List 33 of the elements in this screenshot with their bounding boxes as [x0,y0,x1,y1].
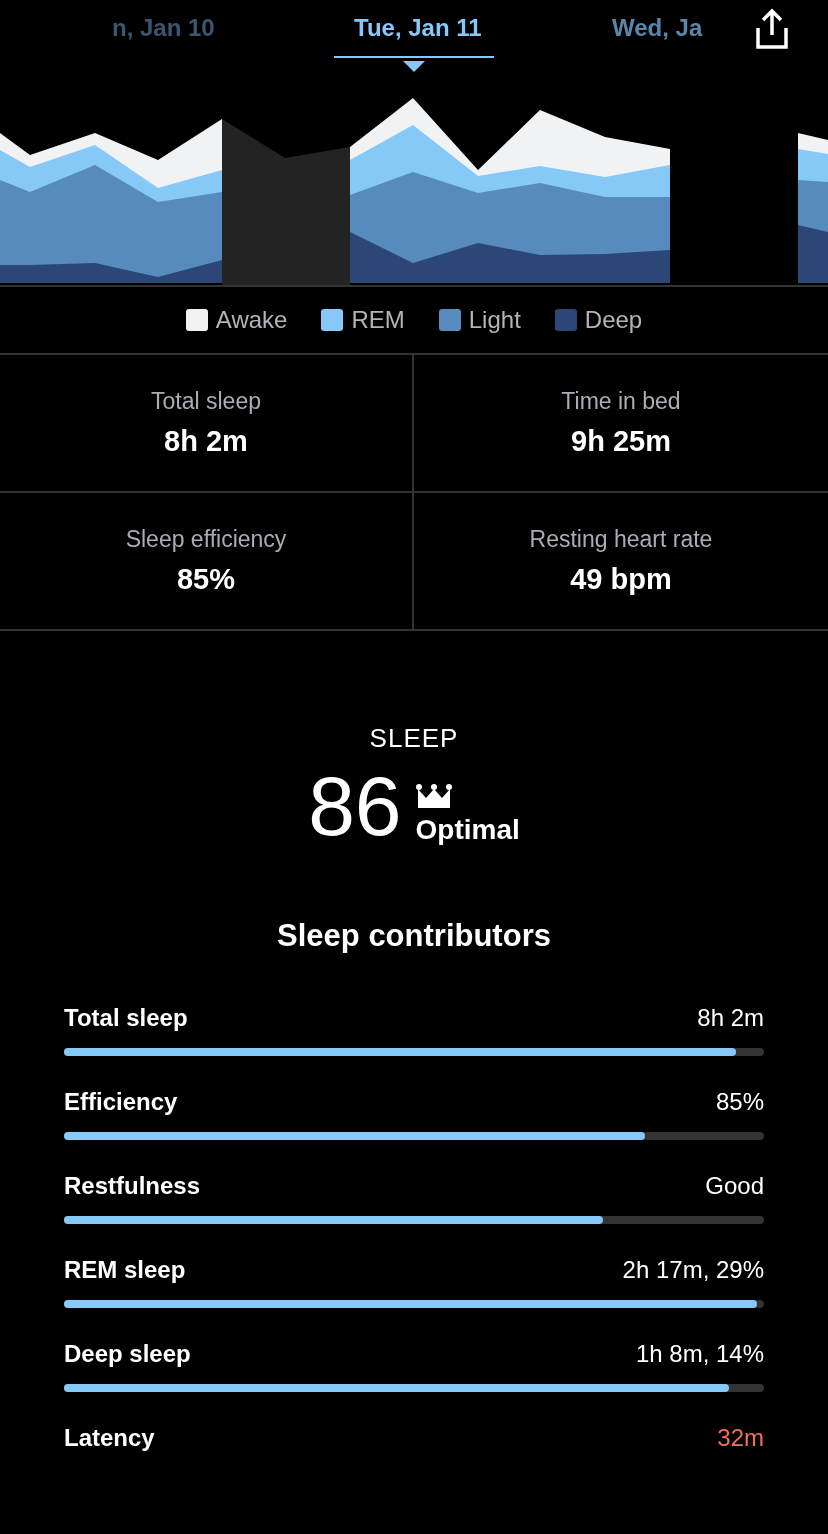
section-title: Sleep contributors [276,918,552,954]
contributor-label: Deep sleep [64,1340,191,1368]
stat-value: 8h 2m [164,425,248,458]
stat-value: 49 bpm [570,563,672,596]
contributor-label: Total sleep [64,1004,188,1032]
stat-label: Total sleep [151,388,261,415]
date-tab[interactable]: Wed, Ja [612,14,703,56]
legend-label: Awake [215,306,288,334]
crown-icon [415,784,452,808]
contributor-value: 85% [715,1088,764,1116]
stat-label: Resting heart rate [529,526,713,553]
pointer-icon [403,61,425,72]
legend-label: Deep [584,306,643,334]
legend-label: REM [351,306,405,334]
contributor-label: REM sleep [64,1256,186,1284]
score-rating: Optimal [415,814,520,846]
contributor-label: Latency [64,1424,155,1452]
score-title: SLEEP [369,723,459,754]
contributor-label: Restfulness [64,1172,201,1200]
stat-label: Time in bed [561,388,681,415]
stat-value: 9h 25m [571,425,671,458]
legend-label: Light [468,306,521,334]
contributor-label: Efficiency [64,1088,178,1116]
contributor-value: 8h 2m [697,1004,764,1032]
date-tab[interactable]: Tue, Jan 11 [334,14,494,58]
contributor-value: 2h 17m, 29% [622,1256,764,1284]
contributor-value: Good [705,1172,764,1200]
date-tab[interactable]: n, Jan 10 [112,14,215,56]
stat-value: 85% [176,563,235,596]
contributor-value: 32m [717,1424,764,1452]
score-value: 86 [308,764,402,848]
stat-label: Sleep efficiency [125,526,287,553]
contributor-value: 1h 8m, 14% [635,1340,764,1368]
